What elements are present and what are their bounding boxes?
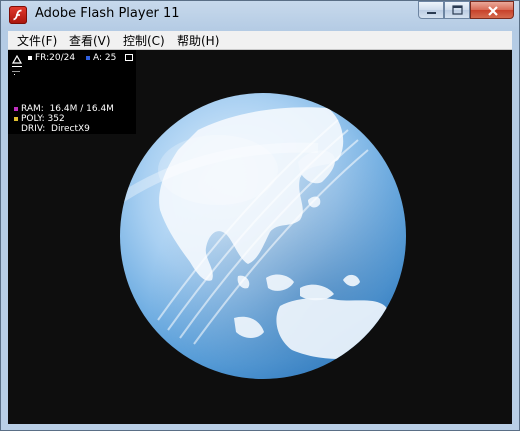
ram-square <box>14 106 18 111</box>
ram-row: RAM: 16.4M / 16.4M <box>14 104 114 114</box>
driv-label: DRIV: <box>21 124 46 134</box>
window-controls <box>418 1 514 21</box>
menu-control[interactable]: 控制(C) <box>123 32 165 49</box>
window-title: Adobe Flash Player 11 <box>35 6 180 21</box>
flash-player-window: Adobe Flash Player 11 文件(F) 查看(V) 控制(C) … <box>0 0 520 431</box>
maximize-icon <box>452 5 463 15</box>
flash-stage[interactable]: FR:20/24 A: 25 RAM: 16.4M / 16.4M POLY: … <box>8 50 512 424</box>
poly-row: POLY: 352 <box>14 114 65 124</box>
graph-dot <box>14 74 15 75</box>
title-bar[interactable]: Adobe Flash Player 11 <box>1 1 519 31</box>
graph-line <box>12 66 22 67</box>
menu-help[interactable]: 帮助(H) <box>177 32 219 49</box>
close-button[interactable] <box>470 1 514 19</box>
stats-overlay: FR:20/24 A: 25 RAM: 16.4M / 16.4M POLY: … <box>8 50 136 134</box>
poly-square <box>14 116 18 121</box>
menu-bar: 文件(F) 查看(V) 控制(C) 帮助(H) <box>8 31 512 50</box>
menu-view[interactable]: 查看(V) <box>69 32 111 49</box>
fps-row: FR:20/24 <box>28 53 75 63</box>
poly-value: 352 <box>47 114 65 124</box>
close-icon <box>488 6 498 16</box>
driv-row: DRIV: DirectX9 <box>21 124 90 134</box>
minimize-icon <box>427 12 436 14</box>
fps-square <box>28 55 32 60</box>
window-icon[interactable] <box>125 54 133 61</box>
maximize-button[interactable] <box>444 1 470 19</box>
alpha-square <box>86 55 90 60</box>
flash-icon <box>9 6 27 24</box>
alpha-value: A: 25 <box>93 53 117 63</box>
fps-value: FR:20/24 <box>35 53 76 63</box>
minimize-button[interactable] <box>418 1 444 19</box>
triangle-icon[interactable] <box>12 55 22 64</box>
graph-line <box>12 71 20 72</box>
ram-value: 16.4M / 16.4M <box>49 104 114 114</box>
ram-label: RAM: <box>21 104 44 114</box>
poly-label: POLY: <box>21 114 45 124</box>
driv-value: DirectX9 <box>51 124 90 134</box>
menu-file[interactable]: 文件(F) <box>17 32 57 49</box>
alpha-row: A: 25 <box>86 53 116 63</box>
